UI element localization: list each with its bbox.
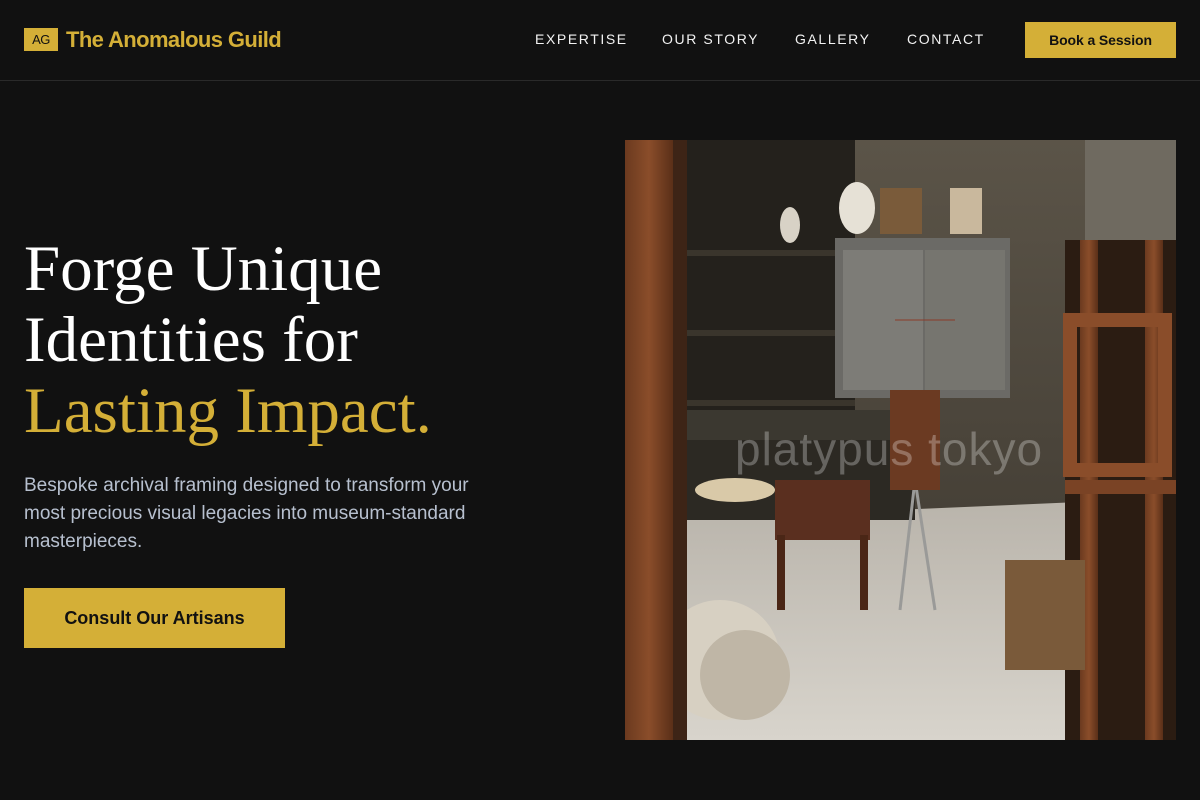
hero-title-line-2: Identities for xyxy=(24,304,358,376)
site-header: AG The Anomalous Guild EXPERTISE OUR STO… xyxy=(0,0,1200,81)
nav-link-contact[interactable]: CONTACT xyxy=(907,30,985,48)
hero-title-line-1: Forge Unique xyxy=(24,233,383,305)
consult-artisans-button[interactable]: Consult Our Artisans xyxy=(24,588,285,648)
nav-link-our-story[interactable]: OUR STORY xyxy=(662,30,759,48)
brand-name: The Anomalous Guild xyxy=(66,26,282,52)
nav-link-expertise[interactable]: EXPERTISE xyxy=(535,30,628,48)
book-session-button[interactable]: Book a Session xyxy=(1025,22,1176,58)
hero-title-accent: Lasting Impact. xyxy=(24,375,432,447)
brand-mark-icon: AG xyxy=(24,28,58,51)
nav-link-gallery[interactable]: GALLERY xyxy=(795,30,871,48)
hero-subtitle: Bespoke archival framing designed to tra… xyxy=(24,475,469,552)
hero-title: Forge Unique Identities for Lasting Impa… xyxy=(24,234,584,447)
brand-logo[interactable]: AG The Anomalous Guild xyxy=(24,26,282,52)
workshop-photo: platypus tokyo xyxy=(625,140,1176,740)
image-watermark: platypus tokyo xyxy=(735,423,1044,475)
